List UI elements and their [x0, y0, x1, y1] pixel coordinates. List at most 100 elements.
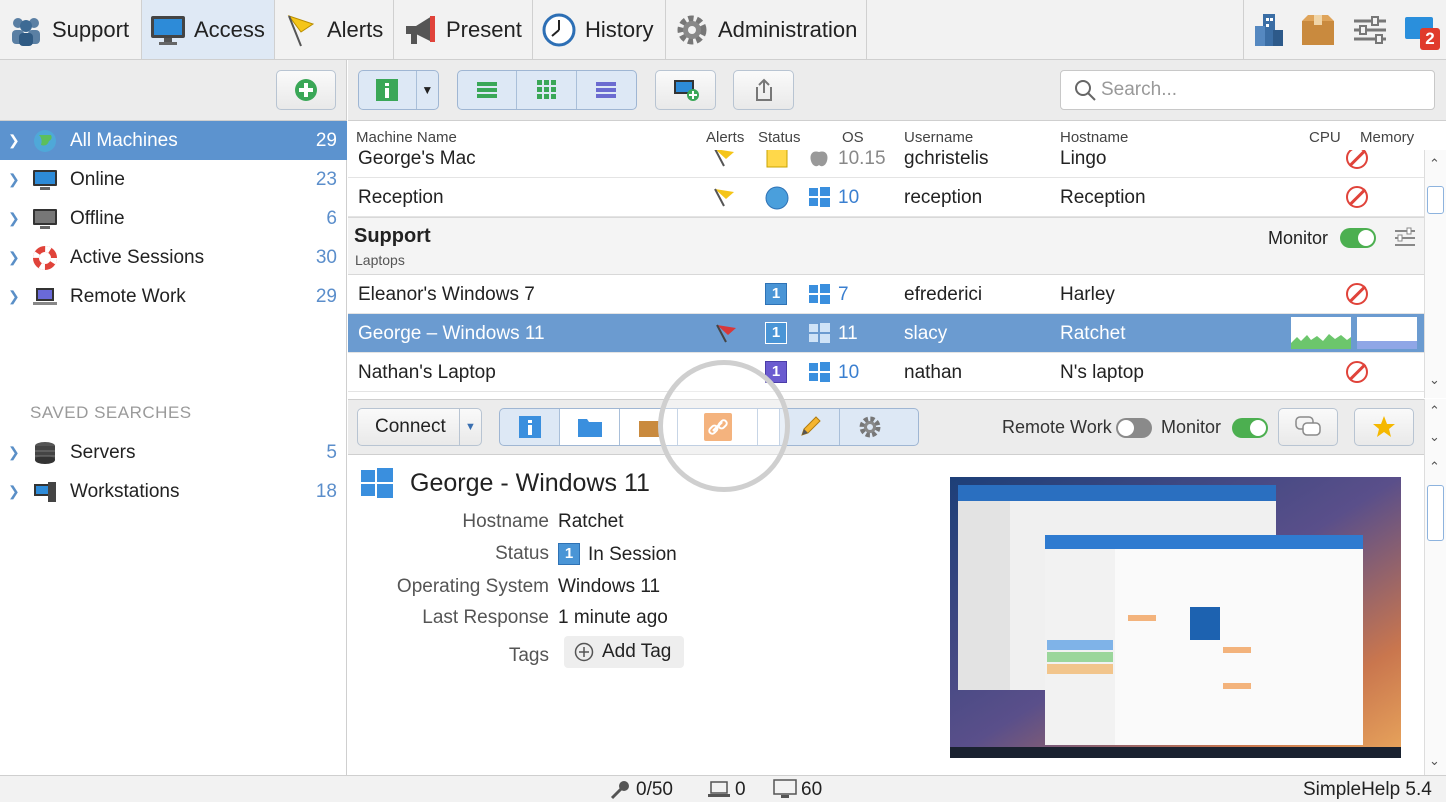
machine-settings-button[interactable] [840, 409, 900, 445]
info-button[interactable] [359, 71, 417, 109]
settings-sliders-icon[interactable] [1350, 10, 1390, 50]
package-icon [638, 421, 659, 437]
list-view-button[interactable] [458, 71, 518, 109]
windows-icon [809, 323, 830, 343]
scroll-down-icon[interactable]: ⌄ [1429, 753, 1440, 769]
sidebar-item-label: Servers [70, 441, 136, 463]
detail-scrollbar[interactable]: ⌃ ⌄ [1424, 455, 1446, 775]
connect-label: Connect [375, 416, 446, 437]
scroll-up-icon[interactable]: ⌃ [1429, 156, 1440, 172]
tab-alerts[interactable]: Alerts [275, 0, 394, 59]
table-row-selected[interactable]: George – Windows 11 1 11 slacy Ratchet [348, 314, 1424, 353]
col-machine-name[interactable]: Machine Name [356, 129, 457, 146]
tab-access[interactable]: Access [142, 0, 275, 59]
group-settings-icon[interactable] [1394, 227, 1416, 249]
add-tag-button[interactable]: Add Tag [564, 636, 684, 668]
sidebar-item-count: 6 [326, 207, 337, 229]
username: gchristelis [904, 150, 989, 169]
not-monitored-icon [1346, 150, 1368, 169]
scroll-up-icon[interactable]: ⌃ [1429, 459, 1440, 475]
red-flag-icon [716, 324, 736, 343]
buildings-icon[interactable] [1248, 10, 1288, 50]
chevron-right-icon[interactable]: ❯ [8, 171, 26, 188]
sidebar-item-count: 18 [315, 480, 337, 502]
scroll-thumb[interactable] [1427, 186, 1444, 214]
chevron-right-icon[interactable]: ❯ [8, 483, 26, 500]
clock-icon [541, 12, 577, 48]
chevron-right-icon[interactable]: ❯ [8, 249, 26, 266]
tab-label: Alerts [327, 16, 384, 42]
favorite-button[interactable] [1354, 408, 1414, 446]
tab-administration[interactable]: Administration [666, 0, 867, 59]
col-username[interactable]: Username [904, 129, 973, 146]
table-row[interactable]: George's Mac 10.15 gchristelis Lingo [348, 150, 1424, 178]
sidebar-item-count: 23 [315, 168, 337, 190]
table-row[interactable]: Nathan's Laptop 1 10 nathan N's laptop [348, 353, 1424, 392]
table-row[interactable]: Eleanor's Windows 7 1 7 efrederici Harle… [348, 275, 1424, 314]
remote-work-toggle[interactable] [1116, 418, 1152, 438]
search-input[interactable]: Search... [1060, 70, 1435, 110]
col-memory[interactable]: Memory [1360, 129, 1414, 146]
info-dropdown[interactable]: ▼ [358, 70, 439, 110]
scroll-thumb[interactable] [1427, 485, 1444, 541]
monitor-toggle[interactable] [1232, 418, 1268, 438]
group-header[interactable]: Support Laptops Monitor [348, 217, 1424, 275]
sidebar-item-offline[interactable]: ❯ Offline 6 [0, 199, 347, 238]
monitor-offline-icon [30, 206, 60, 232]
chevron-right-icon[interactable]: ❯ [8, 444, 26, 461]
package-icon[interactable] [1298, 10, 1338, 50]
export-button[interactable] [733, 70, 794, 110]
messages-icon[interactable]: 2 [1400, 10, 1440, 50]
connect-button[interactable]: Connect ▼ [357, 408, 482, 446]
machine-name: Reception [358, 187, 444, 208]
sidebar-item-remote-work[interactable]: ❯ Remote Work 29 [0, 277, 347, 316]
machine-name: Eleanor's Windows 7 [358, 284, 535, 305]
table-row[interactable]: Reception 10 reception Reception [348, 178, 1424, 217]
toolbar-scrollbar[interactable]: ⌃ ⌄ [1424, 399, 1446, 455]
info-tab-button[interactable] [500, 409, 560, 445]
os-version: 10.15 [838, 150, 886, 169]
tab-support[interactable]: Support [0, 0, 142, 59]
chat-button[interactable] [1278, 408, 1338, 446]
sidebar-toolbar [0, 60, 346, 121]
col-alerts[interactable]: Alerts [706, 129, 744, 146]
tab-history[interactable]: History [533, 0, 666, 59]
last-response-value: 1 minute ago [558, 607, 668, 628]
machine-action-toolbar: Connect ▼ Remote Work Monitor [348, 399, 1424, 455]
group-title: Support [354, 225, 431, 247]
os-version: 10 [838, 362, 860, 383]
sidebar-item-all-machines[interactable]: ❯ All Machines 29 [0, 121, 347, 160]
sidebar-item-online[interactable]: ❯ Online 23 [0, 160, 347, 199]
scroll-down-icon[interactable]: ⌄ [1429, 429, 1440, 445]
chevron-right-icon[interactable]: ❯ [8, 288, 26, 305]
chevron-right-icon[interactable]: ❯ [8, 210, 26, 227]
hostname: Harley [1060, 284, 1115, 305]
detail-view-button[interactable] [577, 71, 636, 109]
scroll-up-icon[interactable]: ⌃ [1429, 403, 1440, 419]
scroll-down-icon[interactable]: ⌄ [1429, 372, 1440, 388]
chevron-down-icon[interactable]: ▼ [459, 409, 481, 445]
divider [1243, 0, 1244, 59]
col-hostname[interactable]: Hostname [1060, 129, 1128, 146]
sidebar: ❯ All Machines 29 ❯ Online 23 ❯ Offline … [0, 60, 347, 775]
tab-label: Administration [718, 16, 858, 42]
desktop-screenshot-thumbnail[interactable] [950, 477, 1401, 758]
add-machine-button[interactable] [655, 70, 716, 110]
windows-icon [809, 362, 830, 382]
grid-view-button[interactable] [517, 71, 577, 109]
session-count-badge: 1 [765, 322, 787, 344]
files-button[interactable] [560, 409, 620, 445]
col-cpu[interactable]: CPU [1309, 129, 1341, 146]
tab-present[interactable]: Present [394, 0, 533, 59]
group-monitor-toggle[interactable] [1340, 228, 1376, 248]
chevron-right-icon[interactable]: ❯ [8, 132, 26, 149]
list-scrollbar[interactable]: ⌃ ⌄ [1424, 150, 1446, 398]
saved-search-servers[interactable]: ❯ Servers 5 [0, 433, 347, 472]
col-status[interactable]: Status [758, 129, 801, 146]
machine-title: George - Windows 11 [410, 469, 650, 497]
saved-search-workstations[interactable]: ❯ Workstations 18 [0, 472, 347, 511]
sidebar-item-active-sessions[interactable]: ❯ Active Sessions 30 [0, 238, 347, 277]
chevron-down-icon[interactable]: ▼ [417, 71, 438, 109]
col-os[interactable]: OS [842, 129, 864, 146]
add-group-button[interactable] [276, 70, 336, 110]
